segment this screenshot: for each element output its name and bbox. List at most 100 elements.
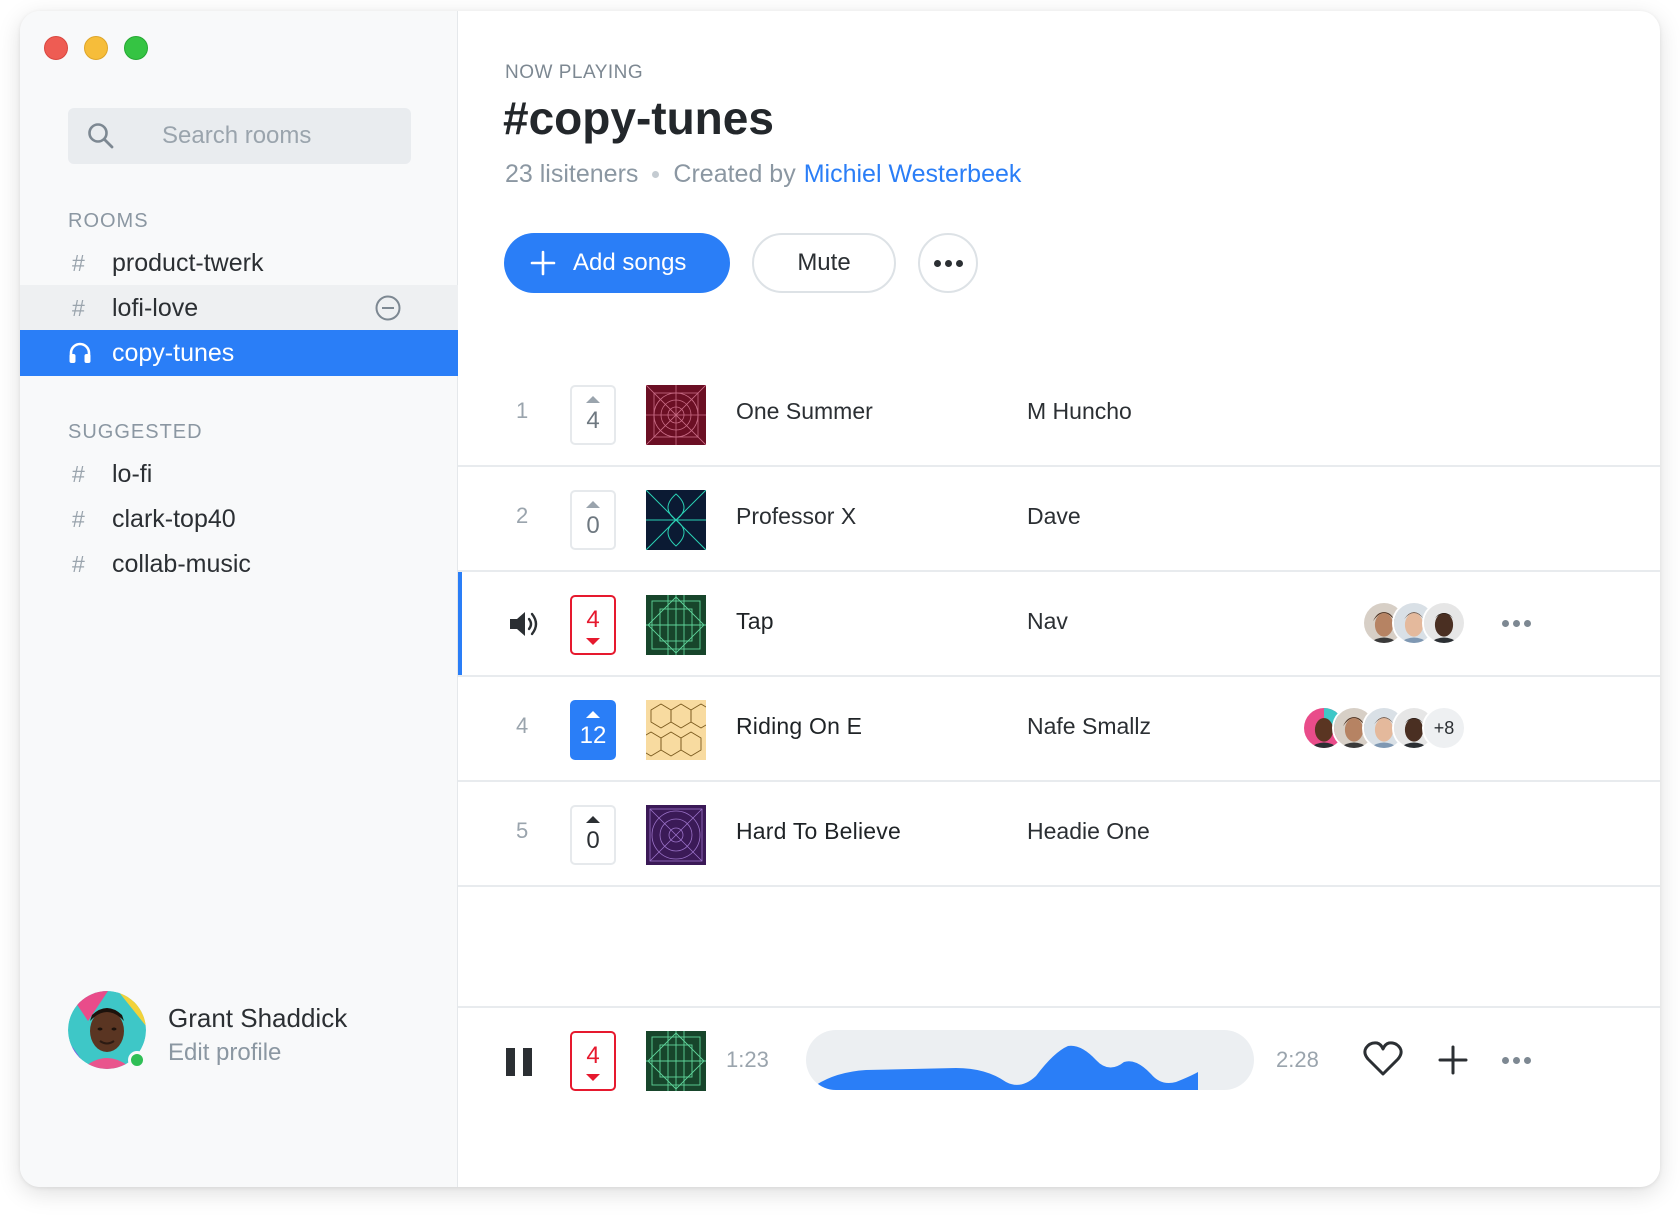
- track-row-now-playing[interactable]: 4 Tap Nav: [458, 572, 1660, 677]
- room-meta: 23 lisiteners Created by Michiel Westerb…: [505, 160, 1021, 189]
- track-artist: M Huncho: [1027, 398, 1132, 424]
- downvote-arrow-icon: [586, 637, 600, 645]
- track-title: Tap: [736, 608, 774, 634]
- vote-button[interactable]: 0: [570, 490, 616, 550]
- user-profile[interactable]: Grant Shaddick Edit profile: [68, 991, 428, 1071]
- more-icon: [933, 259, 963, 267]
- hash-icon: #: [72, 249, 85, 276]
- mute-button[interactable]: Mute: [752, 233, 896, 293]
- elapsed-time: 1:23: [726, 1047, 769, 1072]
- creator-link[interactable]: Michiel Westerbeek: [804, 160, 1022, 189]
- created-by-label: Created by: [673, 160, 796, 188]
- album-art: [646, 385, 706, 445]
- upvote-arrow-icon: [586, 710, 600, 718]
- track-artist: Nav: [1027, 608, 1068, 634]
- room-item-lofi-love[interactable]: # lofi-love: [20, 285, 458, 331]
- track-index: 4: [516, 713, 529, 738]
- track-title: One Summer: [736, 398, 873, 424]
- track-row[interactable]: 2 0 Professor X Dave: [458, 467, 1660, 572]
- listener-avatar: [1422, 601, 1466, 645]
- vote-count: 4: [586, 1041, 600, 1069]
- sidebar: ROOMS # product-twerk # lofi-love copy-t…: [20, 11, 458, 1187]
- more-icon: [1502, 1057, 1531, 1064]
- headphones-icon: [69, 342, 91, 363]
- window-controls: [44, 36, 148, 60]
- vote-count: 4: [586, 406, 600, 434]
- room-item-copy-tunes[interactable]: copy-tunes: [20, 330, 458, 376]
- track-more-button[interactable]: [1502, 620, 1531, 627]
- app-window: ROOMS # product-twerk # lofi-love copy-t…: [20, 11, 1660, 1187]
- room-name: lofi-love: [112, 293, 199, 322]
- suggested-item-lo-fi[interactable]: # lo-fi: [20, 451, 458, 497]
- track-title: Hard To Believe: [736, 818, 901, 844]
- mute-label: Mute: [797, 249, 851, 276]
- search-box[interactable]: [68, 108, 411, 164]
- vote-button[interactable]: 4: [570, 595, 616, 655]
- track-artist: Nafe Smallz: [1027, 713, 1151, 739]
- album-art: [646, 490, 706, 550]
- player-vote-button[interactable]: 4: [570, 1031, 616, 1091]
- album-art: [646, 595, 706, 655]
- room-name: copy-tunes: [112, 338, 235, 367]
- room-item-product-twerk[interactable]: # product-twerk: [20, 240, 458, 286]
- room-name: product-twerk: [112, 248, 264, 277]
- room-name: lo-fi: [112, 459, 153, 488]
- waveform: [816, 1045, 1198, 1090]
- upvote-arrow-icon: [586, 500, 600, 508]
- track-artist: Dave: [1027, 503, 1081, 529]
- waveform-scrubber[interactable]: [806, 1030, 1254, 1090]
- vote-button[interactable]: 0: [570, 805, 616, 865]
- total-duration: 2:28: [1276, 1047, 1319, 1072]
- track-index: 1: [516, 398, 529, 423]
- more-icon: [1502, 620, 1531, 627]
- zoom-window-button[interactable]: [124, 36, 148, 60]
- add-songs-button[interactable]: Add songs: [504, 233, 730, 293]
- track-row[interactable]: 4 12 Riding On E Nafe Smallz +8: [458, 677, 1660, 782]
- extra-listeners-badge: +8: [1422, 706, 1466, 750]
- player-bar: 4 1:23 2:28: [458, 1006, 1660, 1187]
- vote-button[interactable]: 4: [570, 385, 616, 445]
- track-row[interactable]: 1 4 One Summer M Huncho: [458, 362, 1660, 467]
- hash-icon: #: [72, 550, 85, 577]
- vote-button[interactable]: 12: [570, 700, 616, 760]
- more-options-button[interactable]: [918, 233, 978, 293]
- search-icon: [88, 123, 114, 149]
- track-title: Riding On E: [736, 713, 863, 739]
- add-to-playlist-icon[interactable]: [1438, 1045, 1468, 1075]
- album-art: [646, 805, 706, 865]
- hash-icon: #: [72, 505, 85, 532]
- close-window-button[interactable]: [44, 36, 68, 60]
- room-name: collab-music: [112, 549, 251, 578]
- now-playing-label: NOW PLAYING: [505, 62, 644, 83]
- listener-avatars[interactable]: [1362, 601, 1466, 645]
- track-row[interactable]: 5 0 Hard To Believe Headie One: [458, 782, 1660, 887]
- vote-count: 0: [586, 826, 600, 854]
- now-playing-album-art: [646, 1031, 706, 1091]
- add-songs-label: Add songs: [573, 249, 687, 276]
- vote-count: 0: [586, 511, 600, 539]
- room-title: #copy-tunes: [503, 92, 774, 144]
- rooms-heading: ROOMS: [68, 210, 149, 232]
- album-art: [646, 700, 706, 760]
- like-heart-icon[interactable]: [1363, 1041, 1403, 1077]
- listener-avatars[interactable]: +8: [1302, 706, 1466, 750]
- plus-icon: [530, 250, 556, 276]
- downvote-arrow-icon: [586, 1073, 600, 1081]
- separator-dot: [652, 171, 660, 178]
- player-more-button[interactable]: [1502, 1057, 1531, 1064]
- speaker-icon: [510, 612, 538, 636]
- upvote-arrow-icon: [586, 815, 600, 823]
- hash-icon: #: [72, 294, 85, 321]
- suggested-item-clark-top40[interactable]: # clark-top40: [20, 496, 458, 542]
- leave-room-icon[interactable]: [374, 294, 402, 322]
- track-artist: Headie One: [1027, 818, 1150, 844]
- edit-profile-link[interactable]: Edit profile: [168, 1039, 281, 1067]
- search-input[interactable]: [162, 108, 392, 164]
- user-name: Grant Shaddick: [168, 1003, 348, 1033]
- suggested-item-collab-music[interactable]: # collab-music: [20, 541, 458, 587]
- main-panel: NOW PLAYING #copy-tunes 23 lisiteners Cr…: [458, 11, 1660, 1187]
- pause-button[interactable]: [506, 1048, 532, 1076]
- track-index: 2: [516, 503, 529, 528]
- minimize-window-button[interactable]: [84, 36, 108, 60]
- track-title: Professor X: [736, 503, 857, 529]
